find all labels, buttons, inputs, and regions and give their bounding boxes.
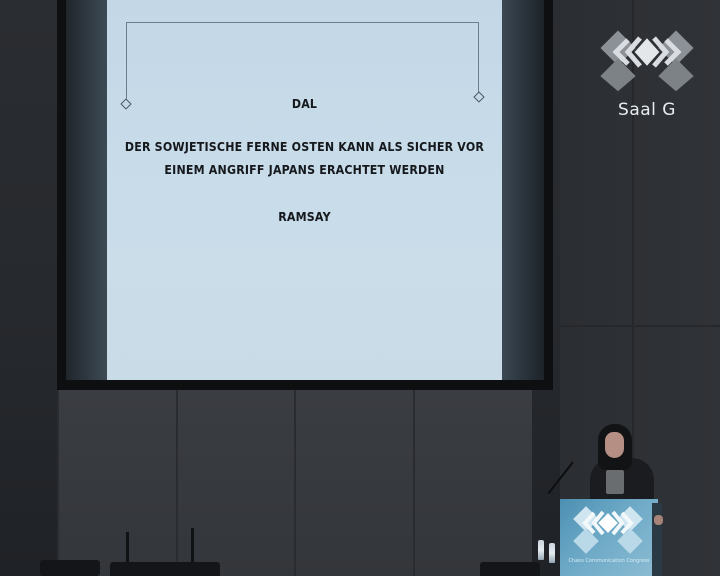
congress-logo-icon	[600, 30, 694, 92]
audience-table	[480, 562, 540, 576]
speaker-hand	[654, 515, 663, 525]
screen-edge-right	[502, 0, 544, 380]
podium-side	[652, 503, 662, 576]
wall-seam-horizontal	[560, 325, 720, 327]
speaker-shirt-print	[606, 470, 624, 494]
screen-edge-left	[66, 0, 107, 380]
projection-slide	[107, 0, 502, 380]
slide-border-left	[126, 22, 127, 104]
slide-border-right	[478, 22, 479, 97]
slide-heading: DAL	[291, 97, 318, 111]
water-bottle	[549, 543, 555, 563]
wall-panel	[57, 390, 177, 576]
room-label: Saal G	[618, 100, 676, 120]
podium-logo-icon	[573, 506, 643, 554]
podium-caption: Chaos Communication Congress	[568, 558, 650, 564]
slide-message-line: EINEM ANGRIFF JAPANS ERACHTET WERDEN	[164, 163, 445, 177]
water-bottle	[538, 540, 544, 560]
audience-table	[110, 562, 220, 576]
audience-table	[40, 560, 100, 576]
speaker-face	[605, 432, 624, 458]
wall-panel	[294, 390, 414, 576]
stage-scene: DAL DER SOWJETISCHE FERNE OSTEN KANN ALS…	[0, 0, 720, 576]
slide-message-line: DER SOWJETISCHE FERNE OSTEN KANN ALS SIC…	[124, 140, 485, 154]
slide-signature: RAMSAY	[278, 210, 331, 224]
wall-panel	[413, 390, 532, 576]
slide-border-top	[126, 22, 478, 23]
